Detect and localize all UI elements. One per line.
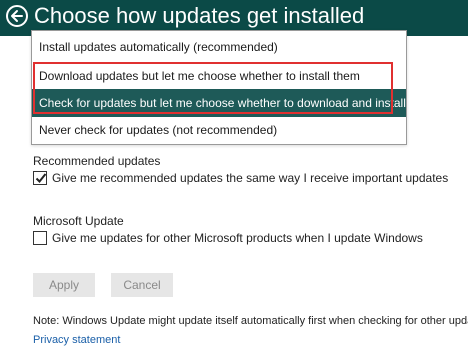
microsoft-update-checkbox[interactable]	[33, 231, 47, 245]
recommended-updates-heading: Recommended updates	[33, 154, 161, 168]
checkmark-icon	[35, 173, 47, 183]
back-arrow-icon	[11, 10, 23, 22]
microsoft-update-label[interactable]: Give me updates for other Microsoft prod…	[52, 231, 423, 245]
cancel-button[interactable]: Cancel	[111, 273, 173, 297]
recommended-updates-label[interactable]: Give me recommended updates the same way…	[52, 171, 448, 185]
back-button[interactable]	[6, 5, 28, 27]
page-title: Choose how updates get installed	[34, 3, 365, 28]
windows-update-note: Note: Windows Update might update itself…	[33, 315, 468, 327]
recommended-updates-checkbox[interactable]	[33, 171, 47, 185]
option-download-let-me-choose[interactable]: Download updates but let me choose wheth…	[32, 62, 406, 90]
microsoft-update-heading: Microsoft Update	[33, 214, 124, 228]
option-never-check[interactable]: Never check for updates (not recommended…	[32, 116, 406, 144]
update-mode-dropdown[interactable]: Install updates automatically (recommend…	[31, 30, 436, 145]
apply-button[interactable]: Apply	[33, 273, 95, 297]
privacy-statement-link[interactable]: Privacy statement	[33, 334, 120, 346]
option-check-let-me-choose[interactable]: Check for updates but let me choose whet…	[32, 89, 436, 117]
option-install-automatically[interactable]: Install updates automatically (recommend…	[32, 33, 406, 61]
